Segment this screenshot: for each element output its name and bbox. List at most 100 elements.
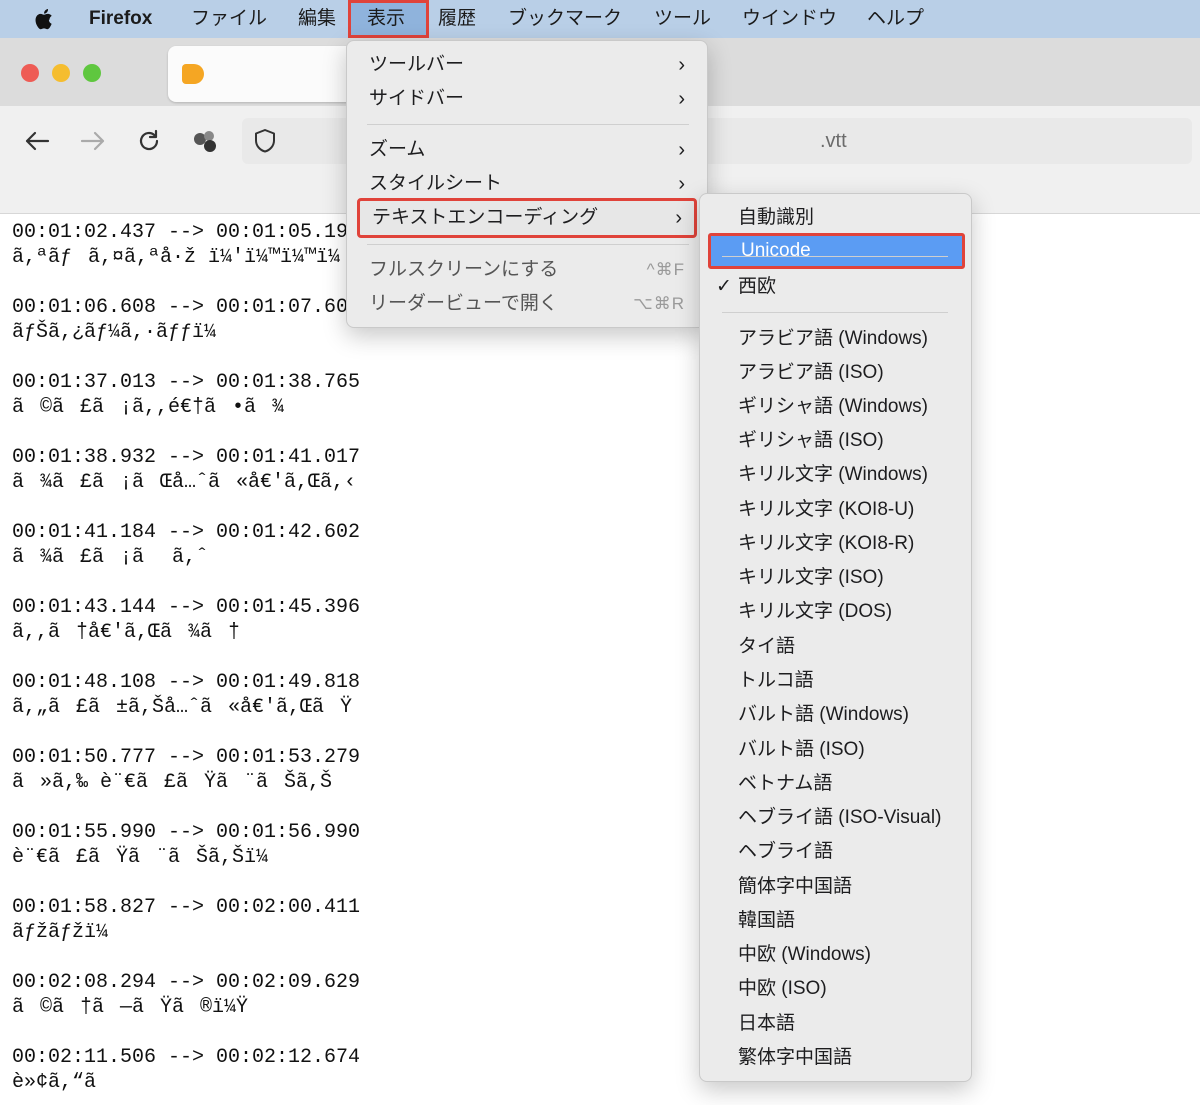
encoding-item-1[interactable]: Unicode <box>708 233 965 269</box>
menu-item-label: スタイルシート <box>369 173 503 194</box>
forward-arrow-icon[interactable] <box>78 126 108 156</box>
encoding-item-label: ヘブライ語 (ISO-Visual) <box>738 807 942 828</box>
encoding-item-label: 西欧 <box>738 276 777 297</box>
encoding-item-0[interactable]: 自動識別 <box>708 201 965 235</box>
menu-tools[interactable]: ツール <box>654 0 711 38</box>
encoding-item-17[interactable]: ヘブライ語 (ISO-Visual) <box>708 801 965 835</box>
menu-item-label: テキストエンコーディング <box>372 207 599 228</box>
encoding-item-8[interactable]: キリル文字 (KOI8-U) <box>708 493 965 527</box>
subtitle-cue: 00:02:08.294 --> 00:02:09.629 ã©ã†ã—ã… <box>12 970 360 1045</box>
menu-separator <box>367 124 689 125</box>
menu-item-label: ツールバー <box>369 54 465 75</box>
subtitle-cue: 00:01:41.184 --> 00:01:42.602 ã¾ã£ã¡ã… <box>12 520 360 595</box>
shortcut-label: ⌥⌘R <box>633 294 685 313</box>
encoding-item-13[interactable]: トルコ語 <box>708 664 965 698</box>
view-menu-item-text-encoding[interactable]: テキストエンコーディング › <box>357 198 697 238</box>
encoding-item-19[interactable]: 簡体字中国語 <box>708 870 965 904</box>
cue-timestamp: 00:01:48.108 --> 00:01:49.818 <box>12 671 361 694</box>
menu-item-label: ズーム <box>369 139 426 160</box>
zoom-window-button[interactable] <box>83 64 101 82</box>
back-arrow-icon[interactable] <box>22 126 52 156</box>
encoding-item-2[interactable]: ✓ 西欧 <box>708 270 965 304</box>
menu-item-label: サイドバー <box>369 88 465 109</box>
cue-timestamp: 00:01:37.013 --> 00:01:38.765 <box>12 371 361 394</box>
view-menu-item-sidebar[interactable]: サイドバー › <box>357 82 697 116</box>
address-bar-text: .vtt <box>820 130 847 152</box>
encoding-item-4[interactable]: アラビア語 (ISO) <box>708 356 965 390</box>
encoding-item-label: キリル文字 (KOI8-R) <box>738 533 915 554</box>
encoding-item-5[interactable]: ギリシャ語 (Windows) <box>708 390 965 424</box>
menu-bookmarks[interactable]: ブックマーク <box>508 0 622 38</box>
encoding-item-12[interactable]: タイ語 <box>708 630 965 664</box>
menu-help[interactable]: ヘルプ <box>867 0 924 38</box>
close-window-button[interactable] <box>21 64 39 82</box>
subtitle-cue: 00:01:43.144 --> 00:01:45.396 ã,,ã†å€'ã,… <box>12 595 360 670</box>
cue-text: ã»ã,‰ è¨€ã£ãŸã¨ãŠã,Š <box>12 771 333 794</box>
browser-tab[interactable] <box>168 46 358 102</box>
chevron-right-icon: › <box>678 139 685 161</box>
view-menu: ツールバー › サイドバー › ズーム › スタイルシート › テキストエンコーディング… <box>346 40 708 328</box>
encoding-item-label: キリル文字 (DOS) <box>738 601 893 622</box>
encoding-item-15[interactable]: バルト語 (ISO) <box>708 733 965 767</box>
menu-separator <box>367 244 689 245</box>
encoding-item-label: アラビア語 (Windows) <box>738 328 929 349</box>
encoding-item-label: ギリシャ語 (Windows) <box>738 396 929 417</box>
cue-timestamp: 00:01:43.144 --> 00:01:45.396 <box>12 596 361 619</box>
view-menu-item-zoom[interactable]: ズーム › <box>357 133 697 167</box>
encoding-item-14[interactable]: バルト語 (Windows) <box>708 698 965 732</box>
encoding-item-24[interactable]: 繁体字中国語 <box>708 1041 965 1075</box>
encoding-item-label: 日本語 <box>738 1013 796 1034</box>
chevron-right-icon: › <box>675 207 682 229</box>
subtitle-cue: 00:01:38.932 --> 00:01:41.017 ã¾ã£ã¡ã… <box>12 445 360 520</box>
encoding-item-label: キリル文字 (ISO) <box>738 567 884 588</box>
cue-text: ã,„ã£ã±ã,Šå…ˆã«å€'ã,ŒãŸ <box>12 696 353 719</box>
encoding-item-label: 簡体字中国語 <box>738 876 853 897</box>
encoding-item-label: タイ語 <box>738 636 796 657</box>
minimize-window-button[interactable] <box>52 64 70 82</box>
view-menu-item-fullscreen[interactable]: フルスクリーンにする ^⌘F <box>357 253 697 287</box>
vtt-content: 00:01:02.437 --> 00:01:05.19 ã,ªãƒã,¤ã,ª… <box>12 220 360 1105</box>
encoding-item-16[interactable]: ベトナム語 <box>708 767 965 801</box>
subtitle-cue: 00:01:58.827 --> 00:02:00.411 ãƒžãƒžï¼ <box>12 895 360 970</box>
cue-text: ã©ã†ã—ãŸã®ï¼Ÿ <box>12 996 249 1019</box>
encoding-item-22[interactable]: 中欧 (ISO) <box>708 972 965 1006</box>
view-menu-item-toolbar[interactable]: ツールバー › <box>357 48 697 82</box>
encoding-item-20[interactable]: 韓国語 <box>708 904 965 938</box>
menu-view[interactable]: 表示 <box>367 0 405 38</box>
apple-icon[interactable] <box>34 6 56 32</box>
encoding-item-9[interactable]: キリル文字 (KOI8-R) <box>708 527 965 561</box>
encoding-item-label: バルト語 (Windows) <box>738 704 910 725</box>
menu-edit[interactable]: 編集 <box>298 0 336 38</box>
checkmark-icon: ✓ <box>716 276 732 297</box>
menu-history[interactable]: 履歴 <box>438 0 476 38</box>
subtitle-cue: 00:01:06.608 --> 00:01:07.60 ãƒŠã,¿ãƒ¼ã,·… <box>12 295 360 370</box>
extensions-icon[interactable] <box>190 126 220 156</box>
encoding-item-label: ベトナム語 <box>738 773 833 794</box>
tab-favicon-icon <box>182 64 204 84</box>
cue-text: è¨€ã£ãŸã¨ãŠã,Šï¼ <box>12 846 285 869</box>
encoding-item-10[interactable]: キリル文字 (ISO) <box>708 561 965 595</box>
view-menu-item-reader-view[interactable]: リーダービューで開く ⌥⌘R <box>357 287 697 321</box>
cue-timestamp: 00:02:11.506 --> 00:02:12.674 <box>12 1046 361 1069</box>
menu-window[interactable]: ウインドウ <box>742 0 837 38</box>
encoding-item-3[interactable]: アラビア語 (Windows) <box>708 322 965 356</box>
cue-text: ãƒŠã,¿ãƒ¼ã,·ãƒƒï¼ <box>12 321 233 344</box>
encoding-item-6[interactable]: ギリシャ語 (ISO) <box>708 424 965 458</box>
chevron-right-icon: › <box>678 88 685 110</box>
encoding-item-label: Unicode <box>741 240 811 261</box>
encoding-item-21[interactable]: 中欧 (Windows) <box>708 938 965 972</box>
encoding-item-18[interactable]: ヘブライ語 <box>708 835 965 869</box>
reload-icon[interactable] <box>134 126 164 156</box>
menu-file[interactable]: ファイル <box>191 0 267 38</box>
encoding-item-11[interactable]: キリル文字 (DOS) <box>708 595 965 629</box>
encoding-item-7[interactable]: キリル文字 (Windows) <box>708 458 965 492</box>
encoding-item-23[interactable]: 日本語 <box>708 1007 965 1041</box>
encoding-item-label: 韓国語 <box>738 910 796 931</box>
menu-firefox[interactable]: Firefox <box>89 0 152 38</box>
shortcut-label: ^⌘F <box>646 260 685 279</box>
shield-icon[interactable] <box>250 126 280 156</box>
encoding-item-label: キリル文字 (KOI8-U) <box>738 499 915 520</box>
chevron-right-icon: › <box>678 54 685 76</box>
cue-timestamp: 00:01:38.932 --> 00:01:41.017 <box>12 446 361 469</box>
view-menu-item-stylesheet[interactable]: スタイルシート › <box>357 167 697 201</box>
